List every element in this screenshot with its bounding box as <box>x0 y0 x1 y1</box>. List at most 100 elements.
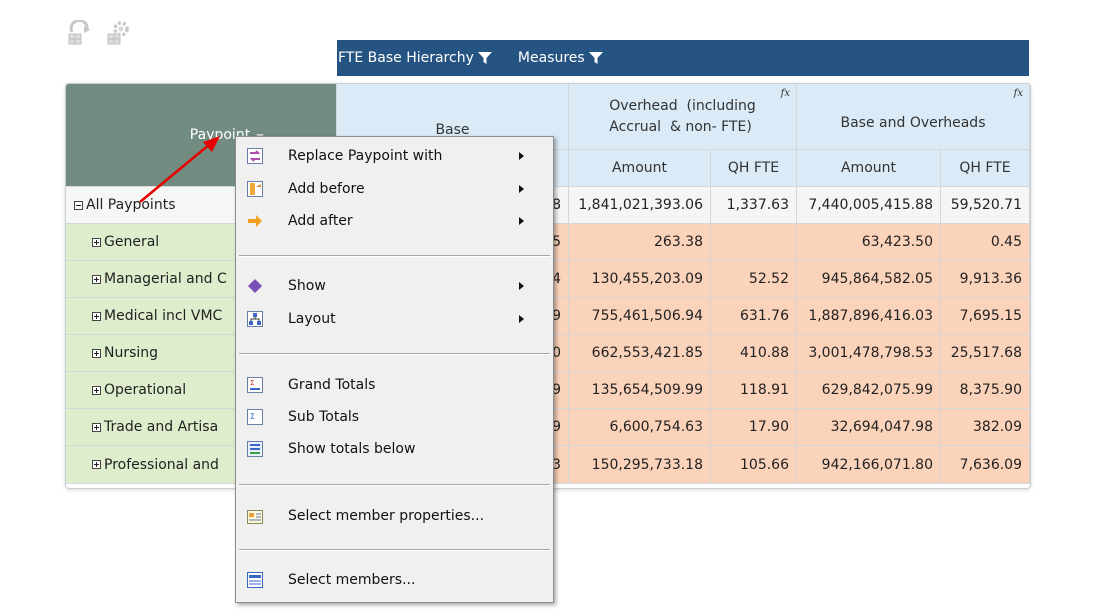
column-header-overhead[interactable]: Overhead (including Accrual & non- FTE) … <box>569 84 797 150</box>
menu-item-grand-totals[interactable]: Σ Grand Totals <box>236 370 553 400</box>
value-cell[interactable]: 130,455,203.09 <box>569 261 711 298</box>
cell-value: 135,654,509.99 <box>591 382 703 398</box>
filter-icon[interactable] <box>588 51 603 65</box>
menu-item-add-before[interactable]: Add before <box>236 174 553 204</box>
value-cell[interactable]: 63,423.50 <box>797 224 941 261</box>
value-cell[interactable]: 6,600,754.63 <box>569 409 711 446</box>
menu-item-show[interactable]: Show <box>236 271 553 301</box>
cell-value: 0.45 <box>990 234 1022 250</box>
value-cell[interactable]: 7,440,005,415.88 <box>797 187 941 224</box>
value-cell[interactable]: 1,841,021,393.06 <box>569 187 711 224</box>
dimension-bar: FTE Base Hierarchy Measures <box>337 40 1029 76</box>
subheader-label: Amount <box>611 160 667 176</box>
column-header-label: Overhead (including Accrual & non- FTE) <box>609 97 756 135</box>
cell-value: 32,694,047.98 <box>830 419 933 435</box>
column-header-base-and-overheads[interactable]: Base and Overheads fx <box>797 84 1030 150</box>
cell-value: 1,337.63 <box>726 197 789 213</box>
value-cell[interactable]: 105.66 <box>711 446 797 484</box>
cell-value: 6,600,754.63 <box>609 419 703 435</box>
row-label: Trade and Artisa <box>104 419 219 435</box>
value-cell[interactable]: 631.76 <box>711 298 797 335</box>
menu-item-select-member-properties[interactable]: Select member properties... <box>236 501 553 531</box>
menu-item-select-members[interactable]: Select members... <box>236 565 553 595</box>
value-cell[interactable]: 118.91 <box>711 372 797 409</box>
add-after-icon <box>247 213 263 229</box>
collapse-icon[interactable] <box>74 200 83 210</box>
value-cell[interactable]: 629,842,075.99 <box>797 372 941 409</box>
add-before-icon <box>247 181 263 197</box>
value-cell[interactable]: 9,913.36 <box>941 261 1030 298</box>
menu-item-show-totals-below[interactable]: Show totals below <box>236 434 553 464</box>
menu-item-sub-totals[interactable]: Σ Sub Totals <box>236 402 553 432</box>
value-cell[interactable]: 3,001,478,798.53 <box>797 335 941 372</box>
expand-icon[interactable] <box>92 311 101 321</box>
subheader-overhead-amount[interactable]: Amount <box>569 150 711 187</box>
menu-separator <box>239 484 550 486</box>
cell-value: 1,887,896,416.03 <box>808 308 933 324</box>
cell-value: 382.09 <box>973 419 1022 435</box>
cell-value: 150,295,733.18 <box>591 456 703 473</box>
dimension-label: Measures <box>517 50 585 66</box>
refresh-grid-icon[interactable] <box>68 18 92 46</box>
cell-value: 945,864,582.05 <box>821 271 933 287</box>
dimension-fte-base-hierarchy[interactable]: FTE Base Hierarchy <box>338 50 492 66</box>
expand-icon[interactable] <box>92 460 101 469</box>
cell-value: 118.91 <box>740 382 789 398</box>
expand-icon[interactable] <box>92 422 101 432</box>
subheader-overhead-qhfte[interactable]: QH FTE <box>711 150 797 187</box>
expand-icon[interactable] <box>92 274 101 284</box>
cell-value: 105.66 <box>740 456 789 473</box>
cell-value: 7,440,005,415.88 <box>808 197 933 213</box>
menu-item-layout[interactable]: Layout <box>236 304 553 334</box>
formula-icon: fx <box>1013 88 1023 99</box>
submenu-arrow-icon <box>519 185 524 193</box>
value-cell[interactable] <box>711 224 797 261</box>
value-cell[interactable]: 410.88 <box>711 335 797 372</box>
value-cell[interactable]: 25,517.68 <box>941 335 1030 372</box>
settings-grid-icon[interactable] <box>106 20 130 46</box>
subheader-label: Amount <box>840 160 896 176</box>
expand-icon[interactable] <box>92 237 101 247</box>
filter-icon[interactable] <box>477 51 492 65</box>
value-cell[interactable]: 8,375.90 <box>941 372 1030 409</box>
cell-value: 17.90 <box>748 419 789 435</box>
value-cell[interactable]: 1,887,896,416.03 <box>797 298 941 335</box>
cell-value: 3,001,478,798.53 <box>808 345 933 361</box>
subheader-total-amount[interactable]: Amount <box>797 150 941 187</box>
value-cell[interactable]: 755,461,506.94 <box>569 298 711 335</box>
value-cell[interactable]: 59,520.71 <box>941 187 1030 224</box>
grand-totals-icon: Σ <box>247 377 263 393</box>
row-label: Professional and <box>104 456 219 473</box>
value-cell[interactable]: 135,654,509.99 <box>569 372 711 409</box>
value-cell[interactable]: 945,864,582.05 <box>797 261 941 298</box>
value-cell[interactable]: 52.52 <box>711 261 797 298</box>
value-cell[interactable]: 1,337.63 <box>711 187 797 224</box>
cell-value: 410.88 <box>740 345 789 361</box>
menu-item-label: Select member properties... <box>288 508 485 524</box>
value-cell[interactable]: 662,553,421.85 <box>569 335 711 372</box>
expand-icon[interactable] <box>92 385 101 395</box>
dimension-measures[interactable]: Measures <box>518 50 603 66</box>
value-cell[interactable]: 7,695.15 <box>941 298 1030 335</box>
value-cell[interactable]: 382.09 <box>941 409 1030 446</box>
cell-value: 629,842,075.99 <box>821 382 933 398</box>
menu-item-add-after[interactable]: Add after <box>236 206 553 236</box>
column-header-label: Base and Overheads <box>840 114 986 131</box>
value-cell[interactable]: 32,694,047.98 <box>797 409 941 446</box>
subheader-total-qhfte[interactable]: QH FTE <box>941 150 1030 187</box>
expand-icon[interactable] <box>92 348 101 358</box>
value-cell[interactable]: 17.90 <box>711 409 797 446</box>
menu-item-replace-paypoint-with[interactable]: Replace Paypoint with <box>236 141 553 171</box>
row-label: Medical incl VMC <box>104 308 223 324</box>
value-cell[interactable]: 0.45 <box>941 224 1030 261</box>
cell-value: 755,461,506.94 <box>591 308 703 324</box>
submenu-arrow-icon <box>519 217 524 225</box>
row-label: General <box>104 234 160 250</box>
svg-text:Σ: Σ <box>250 412 255 421</box>
value-cell[interactable]: 942,166,071.80 <box>797 446 941 484</box>
cell-value: 1,841,021,393.06 <box>578 197 703 213</box>
value-cell[interactable]: 7,636.09 <box>941 446 1030 484</box>
value-cell[interactable]: 263.38 <box>569 224 711 261</box>
value-cell[interactable]: 150,295,733.18 <box>569 446 711 484</box>
cell-value: 59,520.71 <box>950 197 1022 213</box>
